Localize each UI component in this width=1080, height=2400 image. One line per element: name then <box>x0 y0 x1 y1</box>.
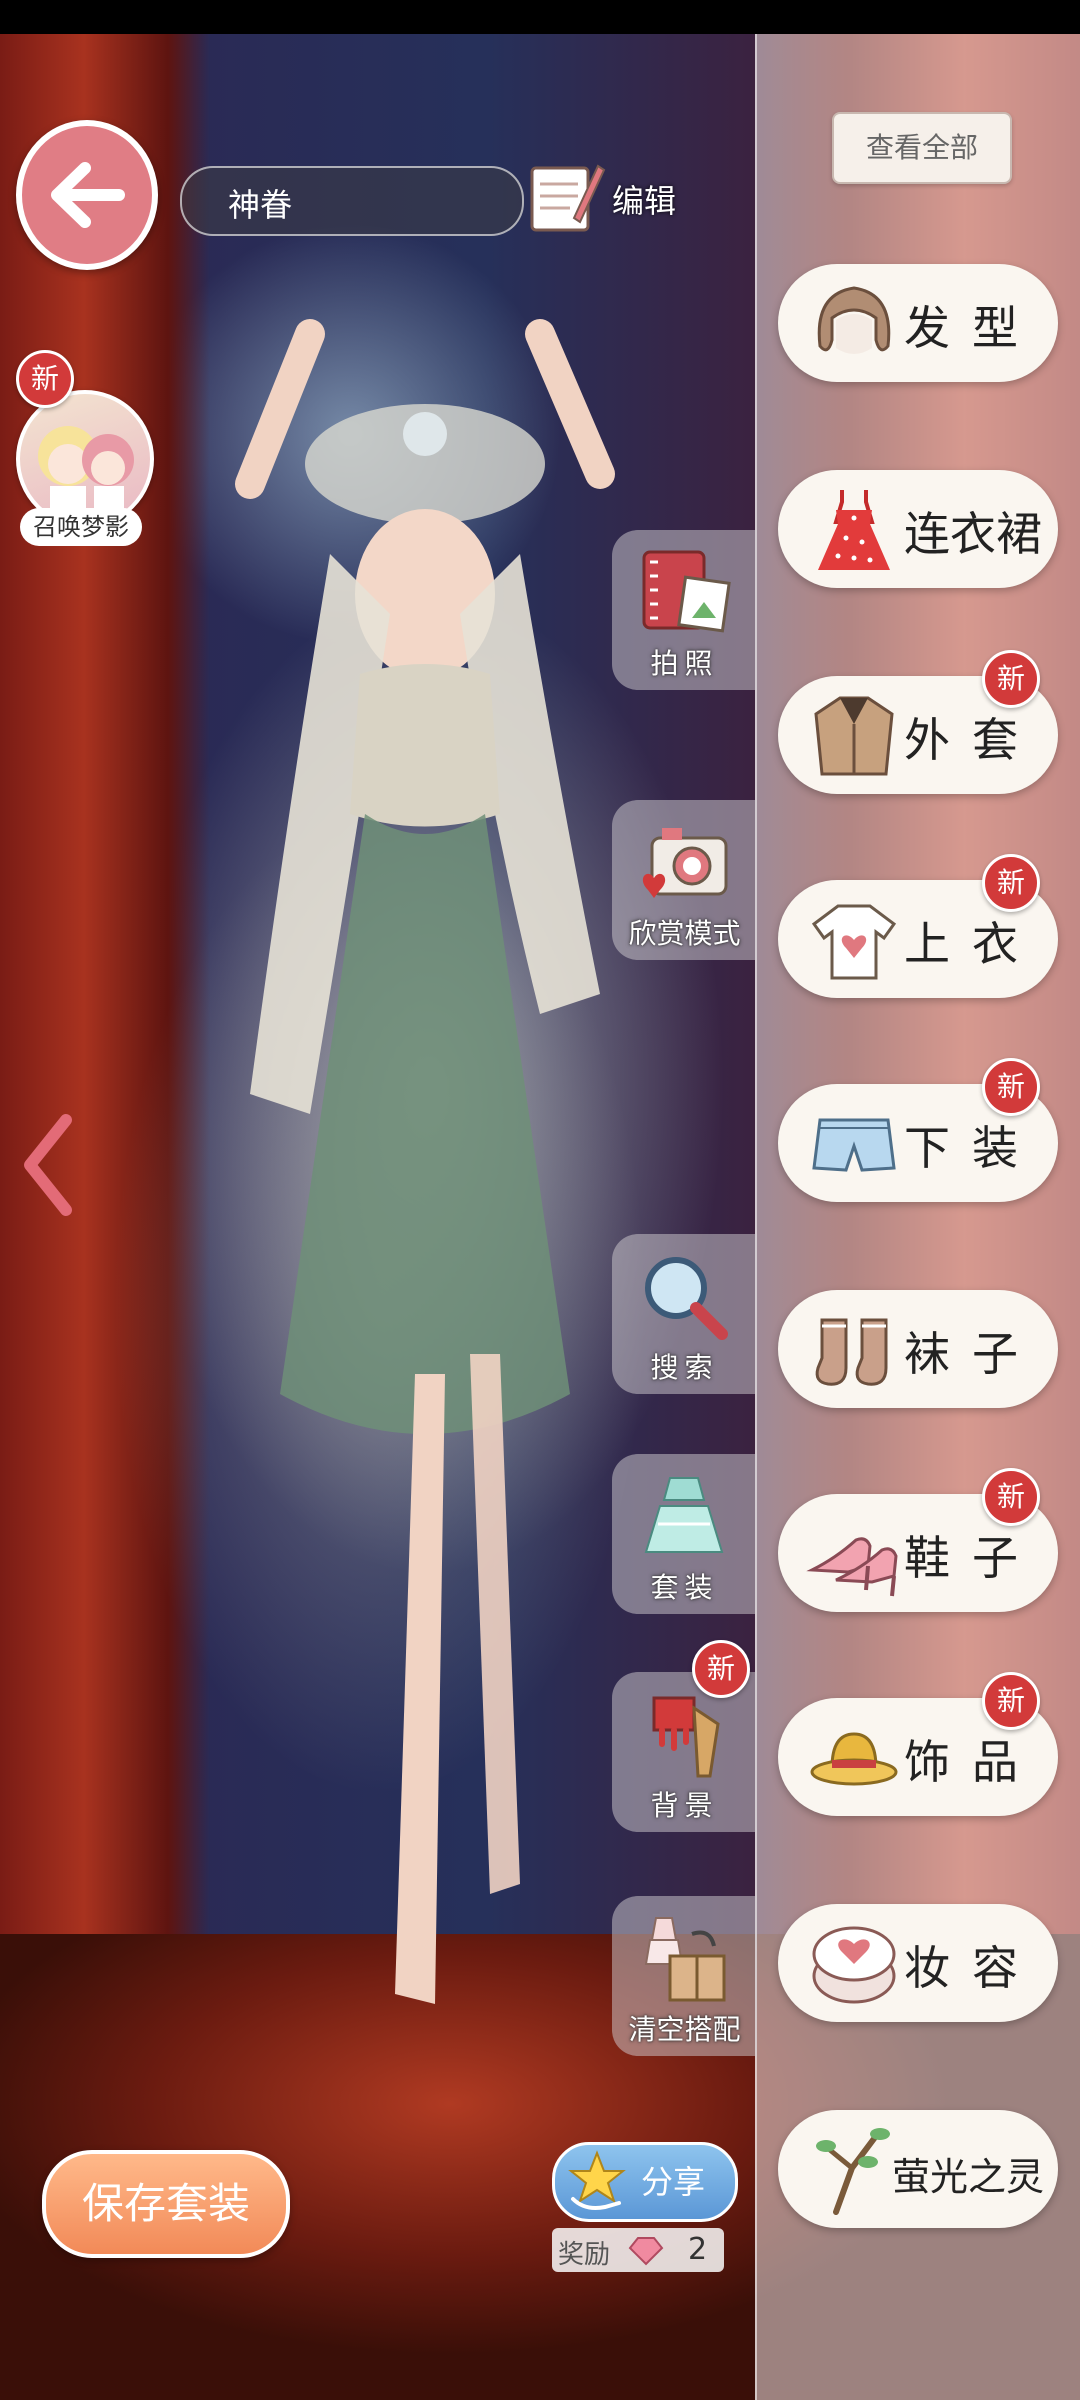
category-shoes[interactable]: 鞋子 新 <box>778 1468 1058 1612</box>
category-label: 上衣 <box>904 917 1040 971</box>
share-label: 分享 <box>641 2163 706 2201</box>
category-panel <box>755 34 1080 2400</box>
category-top[interactable]: 上衣 新 <box>778 854 1058 998</box>
magnifier-icon <box>645 1257 728 1340</box>
view-mode-label: 欣赏模式 <box>628 917 741 950</box>
see-all-button[interactable]: 查看全部 <box>832 112 1012 184</box>
socks-icon <box>815 1318 888 1386</box>
reward-count: 2 <box>688 2232 708 2267</box>
outfit-name-field: 神眷 <box>180 166 524 236</box>
category-dress[interactable]: 连衣裙 <box>778 470 1058 588</box>
clear-outfit-tool[interactable]: 清空搭配 <box>612 1896 757 2056</box>
category-label: 外套 <box>904 713 1040 767</box>
category-label: 妆容 <box>904 1941 1040 1995</box>
shoes-icon <box>806 1537 898 1597</box>
reward-label: 奖励 <box>558 2240 611 2270</box>
hat-icon <box>810 1732 898 1786</box>
character-figure <box>235 319 615 2004</box>
edit-label: 编辑 <box>612 182 677 220</box>
edit-button[interactable]: 编辑 <box>526 158 696 238</box>
paint-brush-icon <box>652 1696 720 1778</box>
background-label: 背景 <box>650 1789 719 1822</box>
search-label: 搜索 <box>650 1351 719 1384</box>
background-tool[interactable]: 新 背景 <box>612 1640 757 1832</box>
suit-label: 套装 <box>650 1571 719 1604</box>
view-mode-tool[interactable]: 欣赏模式 <box>612 800 757 960</box>
suit-outfit-icon <box>644 1477 724 1553</box>
photo-album-icon <box>642 550 731 633</box>
notepad-pencil-icon <box>530 164 606 232</box>
suit-tool[interactable]: 套装 <box>612 1454 757 1614</box>
diamond-icon <box>628 2237 664 2266</box>
chevron-left-icon[interactable] <box>18 1110 78 1220</box>
shirt-icon <box>811 904 897 980</box>
shorts-icon <box>812 1118 896 1172</box>
summon-label: 召唤梦影 <box>20 508 142 546</box>
category-label: 下装 <box>904 1121 1040 1175</box>
photo-tool[interactable]: 拍照 <box>612 530 757 690</box>
reward-indicator: 奖励 2 <box>552 2228 724 2272</box>
back-button[interactable] <box>16 120 158 270</box>
category-label: 饰品 <box>904 1735 1040 1789</box>
category-socks[interactable]: 袜子 <box>778 1290 1058 1408</box>
category-label: 袜子 <box>904 1327 1040 1381</box>
chibi-characters-icon <box>38 426 134 516</box>
summon-new-badge: 新 <box>16 350 74 408</box>
coat-icon <box>814 696 894 776</box>
category-label: 鞋子 <box>904 1531 1040 1585</box>
save-outfit-button[interactable]: 保存套装 <box>42 2150 290 2258</box>
search-tool[interactable]: 搜索 <box>612 1234 757 1394</box>
category-accessories[interactable]: 饰品 新 <box>778 1672 1058 1816</box>
new-badge: 新 <box>982 650 1040 708</box>
branch-icon <box>816 2128 890 2215</box>
summon-button[interactable]: 新 召唤梦影 <box>16 350 154 550</box>
background-new-badge: 新 <box>692 1640 750 1698</box>
category-label: 连衣裙 <box>904 507 1042 561</box>
star-hand-icon <box>568 2150 626 2210</box>
camera-heart-icon <box>642 828 728 898</box>
new-badge: 新 <box>982 854 1040 912</box>
photo-label: 拍照 <box>650 647 719 680</box>
hair-icon <box>817 286 891 354</box>
status-bar <box>0 0 1080 34</box>
category-label: 萤光之灵 <box>892 2155 1045 2199</box>
category-label: 发型 <box>904 301 1040 355</box>
dress-icon <box>818 490 890 570</box>
new-badge: 新 <box>982 1058 1040 1116</box>
outfit-name: 神眷 <box>228 186 293 224</box>
category-coat[interactable]: 外套 新 <box>778 650 1058 794</box>
new-badge: 新 <box>982 1672 1040 1730</box>
new-badge: 新 <box>982 1468 1040 1526</box>
arrow-left-icon <box>51 162 125 228</box>
category-hair[interactable]: 发型 <box>778 264 1058 382</box>
category-bottoms[interactable]: 下装 新 <box>778 1058 1058 1202</box>
category-makeup[interactable]: 妆容 <box>778 1904 1058 2022</box>
category-firefly-spirit[interactable]: 萤光之灵 <box>778 2110 1058 2228</box>
makeup-icon <box>812 1926 896 2004</box>
clear-box-icon <box>644 1917 726 2002</box>
share-button[interactable]: 分享 <box>552 2142 738 2222</box>
clear-outfit-label: 清空搭配 <box>628 2013 741 2046</box>
